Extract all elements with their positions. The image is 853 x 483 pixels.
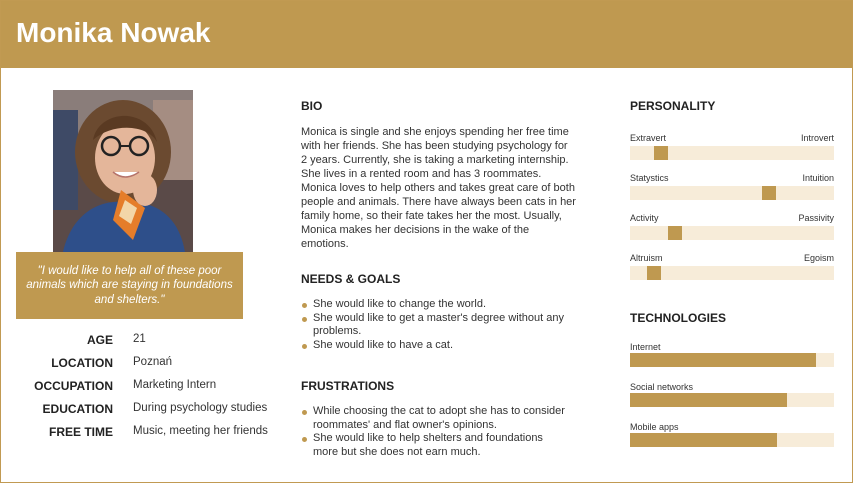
fact-value: 21	[133, 333, 146, 345]
trait-marker	[762, 186, 776, 200]
fact-label: AGE	[86, 333, 113, 347]
tech-bar	[630, 353, 834, 367]
fact-occupation: OCCUPATION Marketing Intern	[21, 379, 281, 402]
tech-fill	[630, 433, 777, 447]
portrait-illustration	[53, 90, 193, 252]
trait-right-label: Introvert	[800, 133, 834, 143]
trait-left-label: Statystics	[630, 173, 669, 183]
fact-label: LOCATION	[51, 356, 113, 370]
tech-internet: Internet	[630, 342, 834, 372]
trait-marker	[668, 226, 682, 240]
trait-left-label: Activity	[630, 213, 659, 223]
persona-name: Monika Nowak	[16, 17, 211, 48]
fact-value: Poznań	[133, 356, 173, 368]
technologies-title: TECHNOLOGIES	[630, 311, 727, 325]
tech-social-networks: Social networks	[630, 382, 834, 412]
fact-value: Music, meeting her friends	[133, 425, 268, 437]
fact-value: Marketing Intern	[133, 379, 217, 391]
needs-title: NEEDS & GOALS	[301, 272, 401, 286]
trait-slider	[630, 186, 834, 200]
facts-list: AGE 21 LOCATION Poznań OCCUPATION Market…	[21, 333, 281, 448]
fact-age: AGE 21	[21, 333, 281, 356]
trait-extravert-introvert: Extravert Introvert	[630, 133, 834, 163]
header-bar: Monika Nowak	[1, 1, 852, 68]
trait-statystics-intuition: Statystics Intuition	[630, 173, 834, 203]
frustrations-title: FRUSTRATIONS	[301, 379, 395, 393]
list-item: While choosing the cat to adopt she has …	[301, 405, 569, 432]
tech-bar	[630, 393, 834, 407]
tech-label: Mobile apps	[630, 422, 679, 432]
bio-title: BIO	[301, 99, 323, 113]
fact-label: FREE TIME	[48, 425, 113, 439]
trait-left-label: Altruism	[630, 253, 663, 263]
tech-label: Internet	[630, 342, 661, 352]
trait-activity-passivity: Activity Passivity	[630, 213, 834, 243]
frustrations-list: While choosing the cat to adopt she has …	[301, 405, 569, 459]
tech-fill	[630, 353, 816, 367]
trait-slider	[630, 146, 834, 160]
tech-mobile-apps: Mobile apps	[630, 422, 834, 452]
list-item: She would like to change the world.	[301, 298, 569, 312]
trait-slider	[630, 226, 834, 240]
trait-right-label: Egoism	[803, 253, 834, 263]
list-item: She would like to have a cat.	[301, 339, 569, 353]
fact-value: During psychology studies	[133, 402, 268, 414]
trait-marker	[647, 266, 661, 280]
bio-text: Monica is single and she enjoys spending…	[301, 126, 576, 250]
fact-label: OCCUPATION	[34, 379, 113, 393]
fact-free-time: FREE TIME Music, meeting her friends	[21, 425, 281, 448]
list-item: She would like to help shelters and foun…	[301, 432, 569, 459]
fact-education: EDUCATION During psychology studies	[21, 402, 281, 425]
fact-location: LOCATION Poznań	[21, 356, 281, 379]
tech-fill	[630, 393, 787, 407]
tech-bar	[630, 433, 834, 447]
trait-marker	[654, 146, 668, 160]
personality-title: PERSONALITY	[630, 99, 716, 113]
trait-slider	[630, 266, 834, 280]
persona-card: Monika Nowak "I would like to help all o…	[0, 0, 853, 483]
needs-list: She would like to change the world. She …	[301, 298, 569, 352]
tech-label: Social networks	[630, 382, 694, 392]
persona-quote: "I would like to help all of these poor …	[16, 252, 243, 319]
trait-right-label: Passivity	[798, 213, 834, 223]
trait-altruism-egoism: Altruism Egoism	[630, 253, 834, 283]
list-item: She would like to get a master's degree …	[301, 312, 569, 339]
trait-left-label: Extravert	[630, 133, 667, 143]
persona-photo	[53, 90, 193, 252]
fact-label: EDUCATION	[42, 402, 113, 416]
trait-right-label: Intuition	[802, 173, 834, 183]
